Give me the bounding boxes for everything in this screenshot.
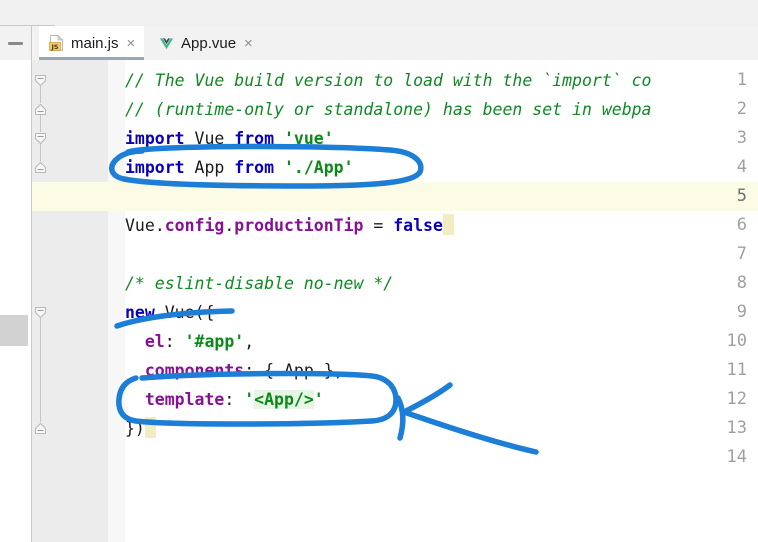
code-token: App [184, 158, 235, 177]
vue-file-icon [159, 35, 174, 51]
code-line[interactable]: new Vue({ [125, 298, 214, 327]
code-line[interactable]: }) [125, 414, 156, 443]
tab-close-icon[interactable]: × [244, 36, 253, 51]
code-token: Vue({ [154, 303, 215, 322]
code-token: el [144, 332, 165, 351]
left-rail [0, 26, 31, 542]
code-line[interactable]: // (runtime-only or standalone) has been… [125, 95, 652, 124]
code-token: = [363, 216, 394, 235]
line-number: 9 [736, 302, 747, 322]
code-token: ' [244, 390, 255, 409]
code-token: from [234, 129, 275, 148]
fold-connector-line [40, 144, 41, 161]
code-token: . [154, 216, 165, 235]
code-token: import [125, 129, 185, 148]
fold-expanded-icon[interactable] [34, 132, 47, 145]
line-number: 5 [736, 186, 747, 206]
javascript-file-icon: JS [49, 34, 64, 51]
tool-window-stripe[interactable] [0, 315, 28, 346]
code-token: ' [313, 390, 324, 409]
code-line[interactable]: import Vue from 'vue' [125, 124, 334, 153]
line-number: 1 [736, 70, 747, 90]
code-token: components [144, 361, 245, 380]
line-number: 13 [726, 418, 747, 438]
tab-label: main.js [71, 34, 119, 52]
fold-collapsed-icon[interactable] [34, 422, 47, 435]
code-token: /* eslint-disable no-new */ [125, 274, 394, 293]
code-token: '#app' [184, 332, 245, 351]
fold-expanded-icon[interactable] [34, 74, 47, 87]
fold-connector-line [40, 115, 41, 132]
ide-window: JS main.js × App.vue × 1 // The Vue build… [0, 0, 758, 542]
code-line[interactable]: /* eslint-disable no-new */ [125, 269, 393, 298]
code-token: . [224, 216, 235, 235]
code-editor[interactable]: 1 // The Vue build version to load with t… [31, 60, 758, 542]
code-token: from [234, 158, 275, 177]
code-token: Vue [125, 216, 155, 235]
code-fold-column[interactable] [108, 60, 125, 542]
code-token: : [164, 332, 185, 351]
line-number: 11 [726, 360, 747, 380]
current-line-highlight [32, 182, 758, 211]
code-token: <App/> [254, 390, 314, 409]
line-number: 12 [726, 389, 747, 409]
caret-marker [442, 214, 454, 235]
code-token: }) [125, 419, 145, 438]
line-number: 8 [736, 273, 747, 293]
code-token: false [393, 216, 443, 235]
line-number: 7 [736, 244, 747, 264]
code-token: config [164, 216, 225, 235]
code-token: : [224, 390, 245, 409]
line-number: 6 [736, 215, 747, 235]
code-token: // (runtime-only or standalone) has been… [125, 100, 652, 119]
caret-marker [144, 417, 156, 438]
top-toolbar [0, 0, 758, 26]
line-number: 10 [726, 331, 747, 351]
svg-text:JS: JS [50, 43, 58, 51]
code-token: : { App }, [244, 361, 344, 380]
fold-connector-line [40, 86, 41, 103]
editor-tab-bar: JS main.js × App.vue × [31, 26, 758, 61]
code-token: productionTip [234, 216, 364, 235]
line-number: 14 [726, 447, 747, 467]
hide-panel-button[interactable] [0, 26, 31, 60]
code-token: Vue [184, 129, 235, 148]
code-line[interactable]: el: '#app', [125, 327, 254, 356]
line-number: 3 [736, 128, 747, 148]
code-line[interactable]: import App from './App' [125, 153, 354, 182]
line-number: 4 [736, 157, 747, 177]
code-token: // The Vue build version to load with th… [125, 71, 652, 90]
code-line[interactable]: // The Vue build version to load with th… [125, 66, 652, 95]
line-number: 2 [736, 99, 747, 119]
tab-app-vue[interactable]: App.vue × [149, 26, 262, 60]
code-token: import [125, 158, 185, 177]
code-token: './App' [283, 158, 354, 177]
code-line[interactable]: template: '<App/>' [125, 385, 324, 414]
code-line[interactable]: components: { App }, [125, 356, 344, 385]
code-token: new [125, 303, 155, 322]
tab-close-icon[interactable]: × [127, 36, 136, 51]
fold-collapsed-icon[interactable] [34, 103, 47, 116]
fold-collapsed-icon[interactable] [34, 161, 47, 174]
fold-expanded-icon[interactable] [34, 306, 47, 319]
minimize-icon [8, 41, 23, 45]
code-token: , [244, 332, 255, 351]
code-token: 'vue' [283, 129, 334, 148]
tab-label: App.vue [181, 34, 237, 52]
tab-main-js[interactable]: JS main.js × [39, 26, 145, 60]
code-line[interactable]: Vue.config.productionTip = false [125, 211, 454, 240]
fold-connector-line [40, 318, 41, 422]
code-token: template [144, 390, 225, 409]
